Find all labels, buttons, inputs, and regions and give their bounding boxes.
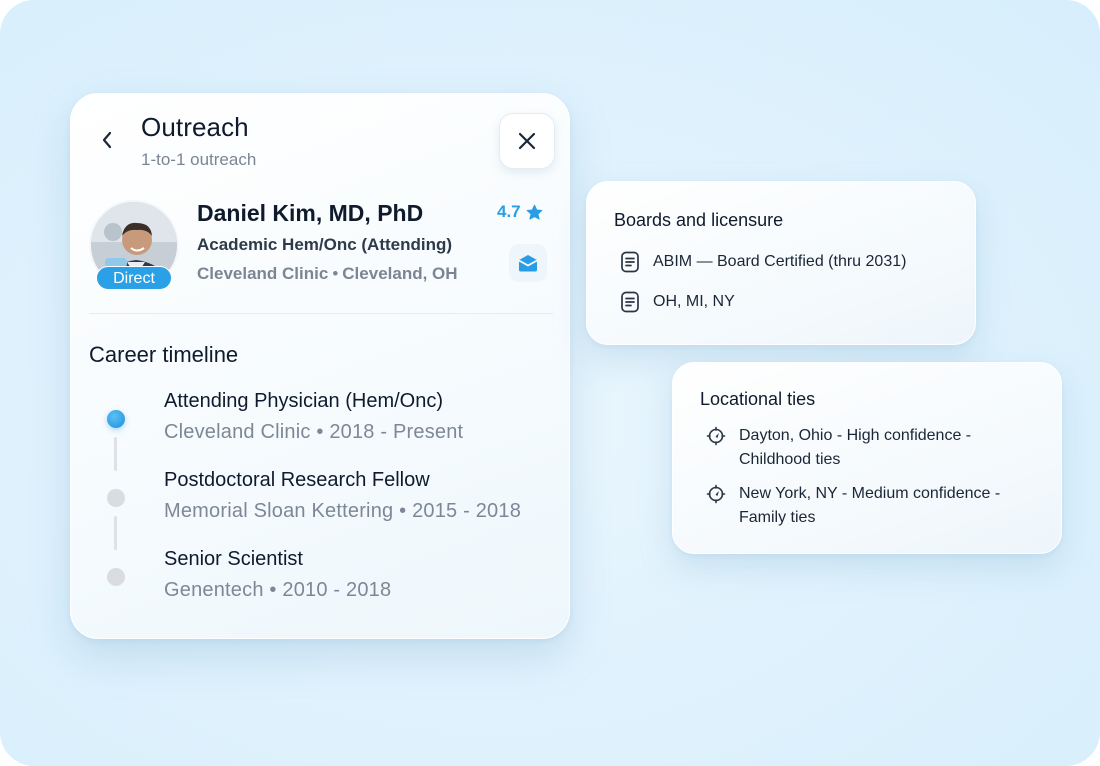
mail-icon [518,255,538,272]
rating: 4.7 [497,202,543,222]
location-separator: • [332,264,339,283]
document-icon [619,290,641,314]
rating-value: 4.7 [497,202,521,221]
locational-ties-card: Locational ties Dayton, Ohio - High conf… [672,362,1062,554]
close-icon [518,132,536,150]
outreach-card: Outreach 1-to-1 outreach Direct Daniel K… [70,93,570,639]
profile-location: Cleveland Clinic • Cleveland, OH [197,264,458,284]
document-icon [619,250,641,274]
location-target-icon [705,482,727,506]
page-background: Outreach 1-to-1 outreach Direct Daniel K… [0,0,1100,766]
boards-item-text: ABIM — Board Certified (thru 2031) [653,253,907,270]
profile-name: Daniel Kim, MD, PhD [197,200,424,226]
timeline-connector [114,516,117,550]
page-title: Outreach [141,112,249,142]
boards-licensure-card: Boards and licensure ABIM — Board Certif… [586,181,976,345]
chevron-left-icon [102,131,112,149]
ties-item: New York, NY - Medium confidence - Famil… [705,482,1025,530]
direct-badge: Direct [96,266,172,290]
ties-item: Dayton, Ohio - High confidence - Childho… [705,424,1025,472]
timeline-item-title: Postdoctoral Research Fellow [164,469,430,491]
divider [89,313,553,314]
timeline-item-subtitle: Memorial Sloan Kettering • 2015 - 2018 [164,500,522,522]
timeline-dot [107,489,125,507]
timeline-item-title: Attending Physician (Hem/Onc) [164,390,444,412]
back-button[interactable] [93,126,121,154]
boards-item: OH, MI, NY [619,290,735,314]
timeline-item-title: Senior Scientist [164,548,303,570]
ties-item-text: New York, NY - Medium confidence - Famil… [739,485,1001,526]
email-button[interactable] [509,244,547,282]
timeline-item-subtitle: Cleveland Clinic • 2018 - Present [164,421,464,443]
timeline-connector [114,437,117,471]
boards-item: ABIM — Board Certified (thru 2031) [619,250,906,274]
profile-city: Cleveland, OH [342,264,458,283]
profile-role: Academic Hem/Onc (Attending) [197,235,453,254]
ties-item-text: Dayton, Ohio - High confidence - Childho… [739,427,972,468]
timeline-dot [107,568,125,586]
page-subtitle: 1-to-1 outreach [141,150,257,169]
close-button[interactable] [499,113,555,169]
profile-organization: Cleveland Clinic [197,264,329,283]
star-icon [526,204,542,220]
career-timeline-title: Career timeline [89,342,239,367]
timeline-dot-active [107,410,125,428]
timeline-item-subtitle: Genentech • 2010 - 2018 [164,579,392,601]
location-target-icon [705,424,727,448]
boards-title: Boards and licensure [614,210,784,230]
ties-title: Locational ties [700,389,816,409]
boards-item-text: OH, MI, NY [653,293,735,310]
